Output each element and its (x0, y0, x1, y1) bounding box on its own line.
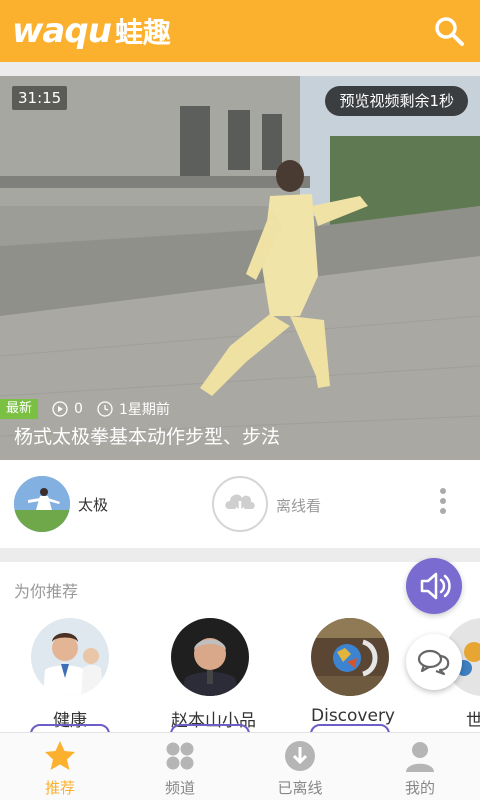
download-icon (285, 741, 315, 771)
play-icon (52, 401, 68, 417)
search-button[interactable] (432, 14, 466, 48)
follow-button[interactable] (30, 724, 110, 732)
discovery-thumbnail (311, 618, 389, 696)
more-dot (440, 508, 446, 514)
nav-label: 我的 (404, 779, 435, 797)
grid-icon (166, 742, 194, 770)
more-options-button[interactable] (436, 488, 450, 522)
logo-latin-text: waqu (12, 11, 112, 51)
upload-time-value: 1星期前 (118, 402, 170, 418)
offline-label[interactable]: 离线看 (276, 495, 321, 516)
comedian-image (171, 618, 249, 696)
play-count-value: 0 (74, 401, 83, 417)
nav-item-mine[interactable]: 我的 (360, 733, 480, 800)
video-meta: 最新 0 1星期前 (0, 398, 170, 420)
speaker-icon (420, 572, 451, 600)
category-avatar[interactable] (14, 476, 70, 532)
more-dot (440, 498, 446, 504)
star-icon (45, 741, 75, 770)
offline-download-button[interactable] (212, 476, 268, 532)
chat-bubbles-icon (417, 649, 450, 676)
nav-label: 频道 (164, 779, 195, 797)
nav-label: 推荐 (44, 779, 75, 797)
recommend-item-discovery[interactable]: Discovery (311, 618, 395, 726)
nav-label: 已离线 (277, 779, 323, 797)
video-player[interactable]: 31:15 预览视频剩余1秒 最新 0 1星期前 杨式太极拳基本动作步型、步法 (0, 76, 480, 460)
nav-item-offline[interactable]: 已离线 (240, 733, 360, 800)
new-badge: 最新 (0, 399, 39, 419)
nav-item-recommend[interactable]: 推荐 (0, 733, 120, 800)
recommend-title: 为你推荐 (14, 582, 79, 601)
discovery-logo-image (311, 618, 389, 696)
cloud-download-icon (225, 494, 255, 514)
recommend-item-health[interactable]: 健康 (31, 618, 109, 731)
health-thumbnail (31, 618, 109, 696)
recommend-label: Discovery (311, 706, 395, 726)
recommend-item-zhaobenshan[interactable]: 赵本山小品 (171, 618, 256, 731)
bottom-navigation: 推荐 频道 已离线 我的 (0, 732, 480, 800)
sound-button[interactable] (406, 558, 462, 614)
nav-item-channel[interactable]: 频道 (120, 733, 240, 800)
more-dot (440, 488, 446, 494)
preview-remaining-notice: 预览视频剩余1秒 (325, 86, 468, 116)
chat-button[interactable] (406, 634, 462, 690)
video-duration: 31:15 (12, 86, 68, 110)
logo-cn-text: 蛙趣 (114, 16, 171, 49)
app-header: waqu 蛙趣 (0, 0, 480, 62)
video-title: 杨式太极拳基本动作步型、步法 (14, 426, 281, 448)
user-icon (406, 742, 434, 772)
doctor-image (31, 618, 109, 696)
category-label[interactable]: 太极 (78, 494, 108, 515)
app-logo: waqu 蛙趣 (12, 10, 171, 52)
follow-button[interactable] (310, 724, 390, 732)
follow-button[interactable] (170, 724, 250, 732)
recommend-label: 世界 (466, 711, 480, 731)
taichi-thumbnail-image (14, 476, 70, 532)
clock-icon (97, 401, 113, 417)
video-info-bar: 太极 离线看 (0, 460, 480, 548)
upload-time: 1星期前 (97, 399, 170, 419)
play-count: 0 (52, 401, 83, 417)
search-icon (435, 17, 464, 46)
zhaobenshan-thumbnail (171, 618, 249, 696)
